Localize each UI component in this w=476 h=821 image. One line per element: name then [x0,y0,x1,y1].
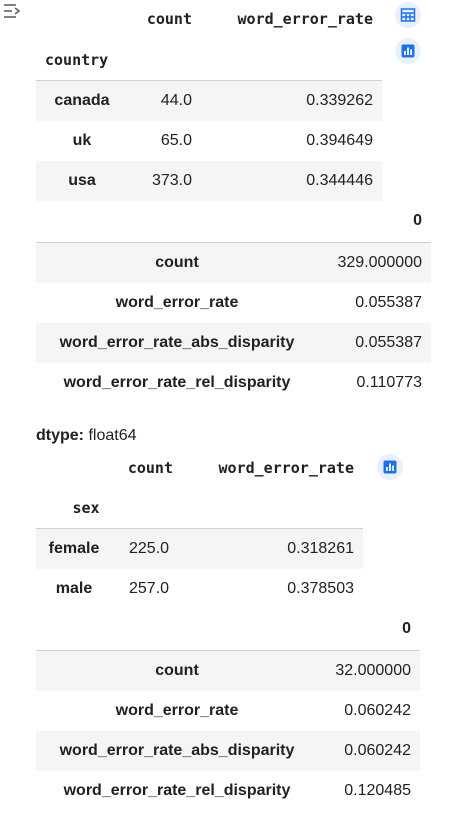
table-view-icon [400,8,416,22]
dtype-value: float64 [88,427,137,444]
cell-value: 0.060242 [344,742,411,759]
table-view-button[interactable] [395,2,421,28]
series-column-header: 0 [413,212,422,229]
row-label: word_error_rate_abs_disparity [59,334,295,351]
column-header-count: count [127,459,173,477]
row-label-uk: uk [72,132,92,149]
cell-word-error-rate: 0.318261 [287,540,354,557]
series-column-header: 0 [402,620,411,637]
index-name-sex: sex [72,499,100,517]
cell-count: 373.0 [151,172,192,189]
row-label: count [155,662,199,679]
cell-count: 65.0 [160,132,192,149]
output-toggle-icon[interactable] [2,2,22,20]
row-label: word_error_rate_rel_disparity [63,782,291,799]
cell-value: 0.055387 [355,334,422,351]
cell-value: 329.000000 [337,254,422,271]
chart-suggestion-icon [401,44,415,58]
cell-value: 0.055387 [355,294,422,311]
cell-value: 0.110773 [356,374,422,391]
dtype-line: dtype: float64 [36,426,137,446]
column-header-word-error-rate: word_error_rate [218,459,354,477]
column-header-word-error-rate: word_error_rate [237,10,373,28]
row-label-male: male [55,580,93,597]
row-label: word_error_rate [115,294,239,311]
index-name-country: country [45,51,109,69]
row-label: word_error_rate [115,702,239,719]
row-label-canada: canada [54,92,110,109]
cell-word-error-rate: 0.378503 [287,580,354,597]
dtype-label: dtype: [36,427,84,444]
cell-word-error-rate: 0.344446 [306,172,373,189]
cell-value: 32.000000 [335,662,411,679]
row-label-female: female [48,540,100,557]
cell-value: 0.120485 [344,782,411,799]
row-label-usa: usa [68,172,96,189]
cell-value: 0.060242 [344,702,411,719]
column-header-count: count [146,10,192,28]
chart-suggestion-button[interactable] [377,454,403,480]
cell-word-error-rate: 0.339262 [306,92,373,109]
cell-word-error-rate: 0.394649 [306,132,373,149]
row-label: word_error_rate_rel_disparity [63,374,291,391]
cell-count: 44.0 [160,92,192,109]
row-label: count [155,254,199,271]
chart-suggestion-button[interactable] [395,38,421,64]
chart-suggestion-icon [383,460,397,474]
row-label: word_error_rate_abs_disparity [59,742,295,759]
